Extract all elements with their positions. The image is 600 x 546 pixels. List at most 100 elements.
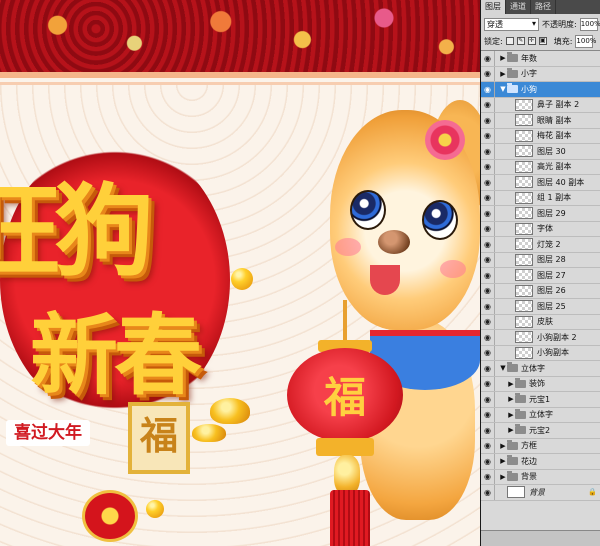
document-canvas[interactable]: 旺狗 新春 喜过大年 福 福 [0, 0, 480, 546]
visibility-eye-icon[interactable]: ◉ [481, 221, 495, 236]
layer-row[interactable]: ◉ ▶ 立体字 [481, 407, 600, 423]
expand-arrow-right-icon[interactable]: ▶ [507, 426, 515, 434]
layer-name: 元宝1 [529, 394, 551, 404]
tab-channels[interactable]: 通道 [506, 0, 531, 14]
visibility-eye-icon[interactable]: ◉ [481, 175, 495, 190]
visibility-eye-icon[interactable]: ◉ [481, 283, 495, 298]
layer-name: 图层 28 [537, 255, 566, 265]
tab-layers[interactable]: 图层 [481, 0, 506, 14]
expand-arrow-right-icon[interactable]: ▶ [507, 395, 515, 403]
layer-row[interactable]: ◉ ▶ 小字 [481, 66, 600, 82]
expand-arrow-right-icon[interactable]: ▶ [499, 54, 507, 62]
layer-row[interactable]: ◉ ▶ 方框 [481, 438, 600, 454]
layer-name: 图层 26 [537, 286, 566, 296]
lock-transparent-icon[interactable] [505, 37, 514, 45]
layer-row[interactable]: ◉ 图层 30 [481, 144, 600, 160]
layer-row[interactable]: ◉ ▼ 小狗 [481, 82, 600, 98]
layer-row[interactable]: ◉ ▶ 花边 [481, 454, 600, 470]
layer-row[interactable]: ◉ 背景 🔒 [481, 485, 600, 501]
visibility-eye-icon[interactable]: ◉ [481, 268, 495, 283]
layer-row[interactable]: ◉ 小狗副本 2 [481, 330, 600, 346]
folder-icon [507, 67, 518, 78]
lock-image-icon[interactable]: ✎ [516, 37, 525, 45]
visibility-eye-icon[interactable]: ◉ [481, 144, 495, 159]
folder-icon [515, 424, 526, 435]
expand-arrow-down-icon[interactable]: ▼ [499, 364, 507, 372]
visibility-eye-icon[interactable]: ◉ [481, 97, 495, 112]
visibility-eye-icon[interactable]: ◉ [481, 66, 495, 81]
lock-row: 锁定: ✎ ✛ ▣ 填充: 100% [481, 33, 600, 49]
layer-row[interactable]: ◉ 梅花 副本 [481, 128, 600, 144]
visibility-eye-icon[interactable]: ◉ [481, 376, 495, 391]
visibility-eye-icon[interactable]: ◉ [481, 237, 495, 252]
visibility-eye-icon[interactable]: ◉ [481, 252, 495, 267]
layer-name: 眼睛 副本 [537, 115, 572, 125]
layer-row[interactable]: ◉ 图层 27 [481, 268, 600, 284]
fill-label: 填充: [553, 36, 573, 46]
layer-thumbnail [515, 253, 533, 266]
layer-row[interactable]: ◉ 图层 25 [481, 299, 600, 315]
layer-name: 元宝2 [529, 425, 551, 435]
layer-row[interactable]: ◉ ▶ 元宝2 [481, 423, 600, 439]
layer-row[interactable]: ◉ 图层 29 [481, 206, 600, 222]
layer-row[interactable]: ◉ ▼ 立体字 [481, 361, 600, 377]
expand-arrow-right-icon[interactable]: ▶ [507, 380, 515, 388]
layer-row[interactable]: ◉ 高光 副本 [481, 159, 600, 175]
panel-tabs: 图层 通道 路径 [481, 0, 600, 14]
visibility-eye-icon[interactable]: ◉ [481, 454, 495, 469]
layer-row[interactable]: ◉ ▶ 装饰 [481, 376, 600, 392]
lantern-tassel [330, 490, 370, 546]
visibility-eye-icon[interactable]: ◉ [481, 82, 495, 97]
lock-all-icon[interactable]: ▣ [538, 37, 547, 45]
visibility-eye-icon[interactable]: ◉ [481, 361, 495, 376]
layer-row[interactable]: ◉ ▶ 年数 [481, 51, 600, 67]
expand-arrow-right-icon[interactable]: ▶ [499, 70, 507, 78]
blend-mode-select[interactable]: 穿透 [484, 17, 539, 31]
layer-row[interactable]: ◉ 字体 [481, 221, 600, 237]
folder-icon [515, 393, 526, 404]
expand-arrow-right-icon[interactable]: ▶ [499, 473, 507, 481]
visibility-eye-icon[interactable]: ◉ [481, 438, 495, 453]
visibility-eye-icon[interactable]: ◉ [481, 330, 495, 345]
title-line-2: 新春 [30, 303, 202, 407]
layer-row[interactable]: ◉ ▶ 背景 [481, 469, 600, 485]
layer-name: 花边 [521, 456, 537, 466]
layer-row[interactable]: ◉ 图层 40 副本 [481, 175, 600, 191]
layer-name: 图层 40 副本 [537, 177, 585, 187]
visibility-eye-icon[interactable]: ◉ [481, 345, 495, 360]
visibility-eye-icon[interactable]: ◉ [481, 206, 495, 221]
layer-row[interactable]: ◉ 皮肤 [481, 314, 600, 330]
opacity-input[interactable]: 100% [579, 17, 600, 31]
layer-thumbnail [515, 269, 533, 282]
visibility-eye-icon[interactable]: ◉ [481, 113, 495, 128]
fill-input[interactable]: 100% [575, 34, 596, 48]
visibility-eye-icon[interactable]: ◉ [481, 469, 495, 484]
expand-arrow-right-icon[interactable]: ▶ [499, 457, 507, 465]
folder-icon [507, 52, 518, 63]
layer-row[interactable]: ◉ 图层 28 [481, 252, 600, 268]
lock-icon: 🔒 [588, 488, 597, 497]
layer-name: 小狗 [521, 84, 537, 94]
visibility-eye-icon[interactable]: ◉ [481, 190, 495, 205]
visibility-eye-icon[interactable]: ◉ [481, 128, 495, 143]
visibility-eye-icon[interactable]: ◉ [481, 392, 495, 407]
visibility-eye-icon[interactable]: ◉ [481, 485, 495, 500]
layer-row[interactable]: ◉ ▶ 元宝1 [481, 392, 600, 408]
layer-row[interactable]: ◉ 小狗副本 [481, 345, 600, 361]
visibility-eye-icon[interactable]: ◉ [481, 159, 495, 174]
tab-paths[interactable]: 路径 [531, 0, 556, 14]
expand-arrow-right-icon[interactable]: ▶ [507, 411, 515, 419]
visibility-eye-icon[interactable]: ◉ [481, 51, 495, 66]
layer-row[interactable]: ◉ 组 1 副本 [481, 190, 600, 206]
layer-row[interactable]: ◉ 灯笼 2 [481, 237, 600, 253]
visibility-eye-icon[interactable]: ◉ [481, 407, 495, 422]
layer-row[interactable]: ◉ 鼻子 副本 2 [481, 97, 600, 113]
lock-position-icon[interactable]: ✛ [527, 37, 536, 45]
layer-row[interactable]: ◉ 图层 26 [481, 283, 600, 299]
expand-arrow-down-icon[interactable]: ▼ [499, 85, 507, 93]
visibility-eye-icon[interactable]: ◉ [481, 299, 495, 314]
visibility-eye-icon[interactable]: ◉ [481, 314, 495, 329]
expand-arrow-right-icon[interactable]: ▶ [499, 442, 507, 450]
visibility-eye-icon[interactable]: ◉ [481, 423, 495, 438]
layer-row[interactable]: ◉ 眼睛 副本 [481, 113, 600, 129]
